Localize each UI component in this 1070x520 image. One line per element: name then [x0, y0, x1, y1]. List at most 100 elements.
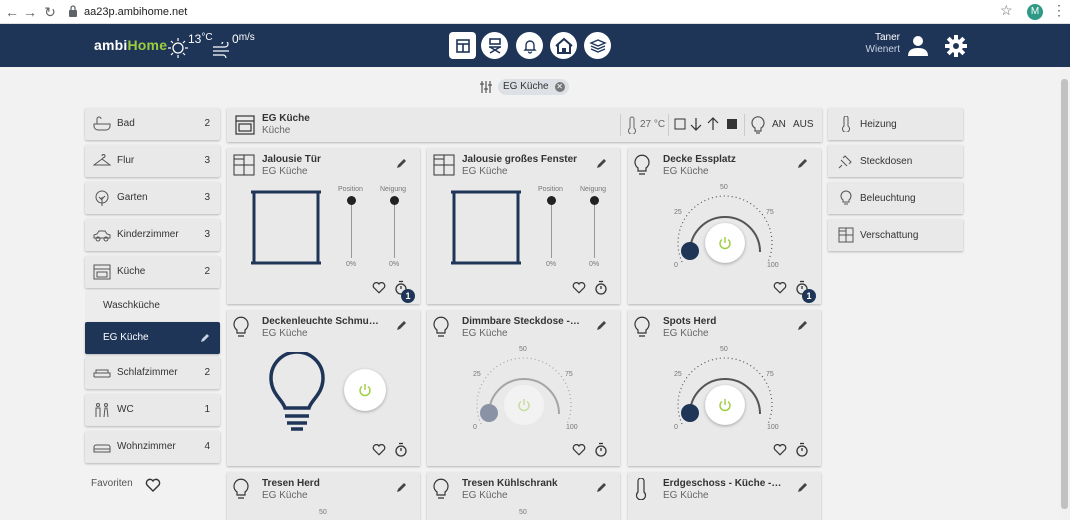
tilt-value: 0%	[389, 261, 400, 268]
device-title: Jalousie großes Fenster	[462, 154, 578, 165]
room-item-kueche[interactable]: Küche 2	[85, 256, 220, 288]
favorite-heart-icon[interactable]	[572, 281, 586, 294]
favorite-heart-icon[interactable]	[773, 443, 787, 456]
weather-wind: 0m/s	[212, 30, 262, 60]
dial-handle[interactable]	[681, 404, 699, 422]
divider	[620, 114, 621, 136]
filter-chip-label: EG Küche	[503, 81, 549, 92]
thermometer-icon	[635, 478, 647, 500]
tree-icon	[95, 190, 109, 206]
room-item-flur[interactable]: Flur 3	[85, 145, 220, 177]
all-off-button[interactable]: AUS	[793, 119, 814, 130]
favorite-heart-icon[interactable]	[773, 281, 787, 294]
room-count: 3	[204, 155, 210, 166]
timer-count-badge: 1	[802, 289, 816, 303]
room-item-waschkueche[interactable]: Waschküche	[85, 290, 220, 322]
room-item-eg-kueche[interactable]: EG Küche	[85, 322, 220, 354]
tilt-value: 0%	[589, 261, 600, 268]
nav-scenes-button[interactable]	[481, 32, 508, 59]
room-label: Schlafzimmer	[117, 367, 178, 378]
nav-alerts-button[interactable]	[516, 32, 543, 59]
tilt-label: Neigung	[580, 186, 607, 193]
page-scrollbar[interactable]	[1059, 67, 1070, 520]
chip-close-icon[interactable]: ✕	[554, 82, 565, 92]
arrow-up-icon[interactable]	[707, 117, 719, 131]
stop-icon[interactable]	[727, 119, 737, 129]
settings-gear-icon[interactable]	[944, 34, 968, 58]
edit-pencil-icon[interactable]	[596, 481, 608, 493]
power-button[interactable]	[705, 223, 745, 263]
tilt-slider[interactable]	[390, 196, 399, 258]
user-name[interactable]: Taner Wienert	[860, 32, 900, 56]
scrollbar-thumb[interactable]	[1061, 79, 1068, 509]
room-item-wc[interactable]: WC 1	[85, 394, 220, 426]
profile-avatar[interactable]: M	[1027, 4, 1043, 20]
weather-temperature: 13°C	[168, 30, 213, 60]
room-item-wohnzimmer[interactable]: Wohnzimmer 4	[85, 431, 220, 463]
tilt-slider[interactable]	[590, 196, 599, 258]
power-button[interactable]	[705, 385, 745, 425]
room-count: 2	[204, 118, 210, 129]
dial-tick-label: 75	[766, 209, 774, 216]
timer-icon[interactable]	[594, 280, 608, 295]
dial-tick-label: 0	[674, 262, 678, 269]
timer-icon[interactable]	[594, 442, 608, 457]
room-item-schlafzimmer[interactable]: Schlafzimmer 2	[85, 357, 220, 389]
address-bar[interactable]: aa23p.ambihome.net	[84, 4, 187, 20]
nav-layers-button[interactable]	[584, 32, 611, 59]
plug-icon	[838, 155, 852, 169]
nav-home-button[interactable]	[550, 32, 577, 59]
edit-pencil-icon[interactable]	[797, 481, 809, 493]
user-icon[interactable]	[907, 35, 929, 57]
filter-bar: EG Küche ✕	[0, 76, 1070, 98]
favorite-heart-icon[interactable]	[372, 443, 386, 456]
room-label: Flur	[117, 155, 135, 166]
room-header-title: EG Küche	[262, 113, 310, 124]
timer-icon[interactable]	[795, 442, 809, 457]
filter-chip[interactable]: EG Küche ✕	[498, 79, 569, 95]
category-heizung[interactable]: Heizung	[828, 108, 963, 140]
back-icon[interactable]: ←	[2, 2, 22, 22]
edit-pencil-icon[interactable]	[396, 481, 408, 493]
category-beleuchtung[interactable]: Beleuchtung	[828, 182, 963, 214]
device-title: Tresen Kühlschrank	[462, 478, 558, 489]
dial-tick-label: 100	[566, 424, 578, 431]
all-on-button[interactable]: AN	[772, 119, 786, 130]
favorite-heart-icon[interactable]	[572, 443, 586, 456]
timer-icon[interactable]	[394, 442, 408, 457]
device-card-deckenleuchte: Deckenleuchte Schmutzk... EG Küche	[227, 310, 420, 466]
room-label: Küche	[117, 266, 146, 277]
position-slider[interactable]	[547, 196, 556, 258]
edit-pencil-icon[interactable]	[396, 319, 408, 331]
room-item-kinderzimmer[interactable]: Kinderzimmer 3	[85, 219, 220, 251]
dial-handle[interactable]	[480, 404, 498, 422]
position-value: 0%	[346, 261, 357, 268]
reload-icon[interactable]: ↻	[40, 2, 60, 22]
stop-square-outline-icon[interactable]	[674, 118, 686, 130]
bookmark-star-icon[interactable]: ☆	[1000, 2, 1013, 19]
room-item-garten[interactable]: Garten 3	[85, 182, 220, 214]
forward-icon[interactable]: →	[20, 2, 40, 22]
position-slider[interactable]	[347, 196, 356, 258]
edit-pencil-icon[interactable]	[596, 157, 608, 169]
browser-menu-icon[interactable]: ⋮	[1052, 2, 1066, 19]
room-item-bad[interactable]: Bad 2	[85, 108, 220, 140]
category-steckdosen[interactable]: Steckdosen	[828, 145, 963, 177]
user-last-name: Wienert	[865, 44, 900, 55]
favorite-heart-icon[interactable]	[372, 281, 386, 294]
favorites-label[interactable]: Favoriten	[91, 478, 133, 489]
edit-pencil-icon[interactable]	[396, 157, 408, 169]
bulb-icon	[751, 116, 765, 134]
arrow-down-icon[interactable]	[690, 117, 702, 131]
power-button[interactable]	[344, 369, 386, 411]
edit-pencil-icon[interactable]	[200, 333, 210, 343]
sofa-icon	[93, 444, 111, 453]
filter-sliders-icon[interactable]	[480, 81, 492, 93]
nav-dashboard-button[interactable]	[449, 32, 476, 59]
app-logo[interactable]: ambiHome	[94, 37, 167, 53]
category-label: Beleuchtung	[860, 193, 916, 204]
favorites-heart-icon[interactable]	[145, 478, 161, 492]
category-verschattung[interactable]: Verschattung	[828, 219, 963, 251]
power-button[interactable]	[504, 385, 544, 425]
dial-handle[interactable]	[681, 242, 699, 260]
